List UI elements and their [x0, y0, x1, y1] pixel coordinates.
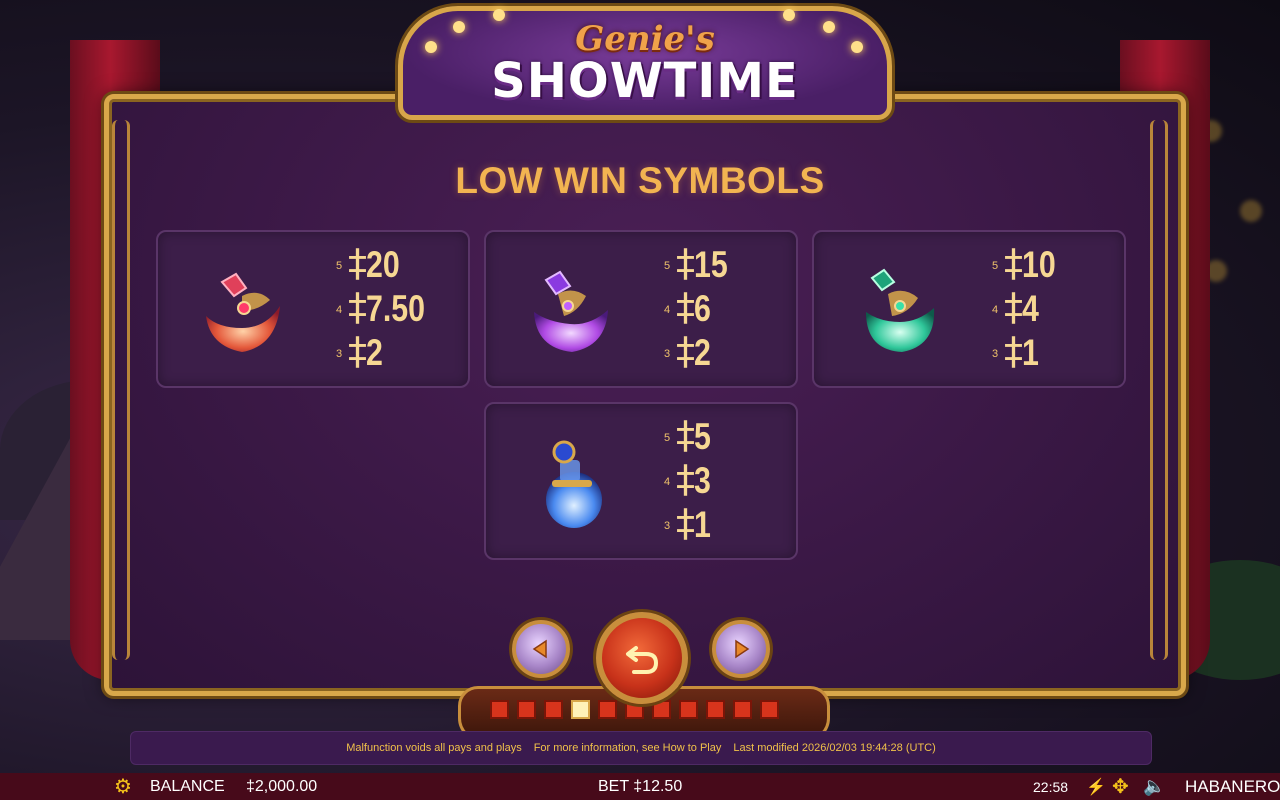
red-gem-pouch-icon: [206, 272, 280, 352]
speaker-icon[interactable]: 🔈: [1143, 773, 1165, 800]
info-bar: Malfunction voids all pays and plays For…: [130, 731, 1152, 765]
balance-label: BALANCE: [150, 777, 225, 795]
payout-value: 4: [1022, 288, 1039, 329]
return-arrow-icon: [626, 646, 659, 674]
logo-title-text: SHOWTIME: [491, 53, 799, 109]
currency-symbol: ‡: [676, 285, 695, 329]
payout-row: 5 ‡ 5: [664, 414, 784, 458]
payout-value: 1: [694, 504, 711, 545]
next-page-button[interactable]: [712, 620, 770, 678]
currency-symbol: ‡: [676, 413, 695, 457]
last-modified: Last modified 2026/02/03 19:44:28 (UTC): [733, 742, 936, 754]
triangle-right-icon: [735, 639, 750, 659]
match-count: 5: [336, 260, 343, 272]
brand-label: HABANERO: [1185, 776, 1280, 796]
game-logo: Genie's SHOWTIME: [398, 6, 892, 120]
payout-row: 4 ‡ 7.50: [336, 286, 456, 330]
page-dot: [652, 700, 671, 719]
match-count: 4: [664, 304, 671, 316]
how-to-play-notice: For more information, see How to Play: [533, 742, 722, 754]
page-dot: [760, 700, 779, 719]
lightning-icon[interactable]: ⚡: [1086, 773, 1106, 800]
payout-value: 10: [1022, 244, 1056, 285]
match-count: 3: [992, 348, 999, 360]
match-count: 5: [664, 432, 671, 444]
payout-row: 5 ‡ 10: [992, 242, 1112, 286]
match-count: 5: [664, 260, 671, 272]
clock: 22:58: [1033, 778, 1069, 795]
bet-display: BET ‡12.50: [598, 777, 683, 795]
symbol-card-green-gem: 5 ‡ 10 4 ‡ 4 3 ‡ 1: [812, 230, 1126, 388]
currency-symbol: ‡: [1004, 329, 1023, 373]
page-title: LOW WIN SYMBOLS: [455, 160, 825, 201]
currency-symbol: ‡: [676, 329, 695, 373]
previous-page-button[interactable]: [512, 620, 570, 678]
currency-symbol: ‡: [348, 285, 367, 329]
payout-value: 2: [366, 332, 383, 373]
payout-value: 3: [694, 460, 711, 501]
payout-value: 15: [694, 244, 728, 285]
payout-list: 5 ‡ 10 4 ‡ 4 3 ‡ 1: [992, 242, 1112, 374]
payout-row: 4 ‡ 6: [664, 286, 784, 330]
match-count: 3: [664, 348, 671, 360]
balance-value: ‡2,000.00: [246, 777, 318, 795]
payout-value: 5: [694, 416, 711, 457]
malfunction-notice: Malfunction voids all pays and plays: [346, 742, 522, 754]
blue-potion-bottle-icon: [546, 440, 602, 528]
payout-list: 5 ‡ 20 4 ‡ 7.50 3 ‡ 2: [336, 242, 456, 374]
currency-symbol: ‡: [348, 329, 367, 373]
page-dot: [517, 700, 536, 719]
background-light: [1240, 200, 1262, 222]
green-gem-pouch-icon: [866, 268, 935, 352]
payout-row: 5 ‡ 15: [664, 242, 784, 286]
payout-value: 1: [1022, 332, 1039, 373]
status-bar: ⚙ BALANCE ‡2,000.00 BET ‡12.50 22:58 ⚡ ✥…: [0, 773, 1280, 800]
fullscreen-arrows-icon[interactable]: ✥: [1112, 773, 1129, 800]
currency-symbol: ‡: [348, 241, 367, 285]
page-dot: [571, 700, 590, 719]
gear-icon[interactable]: ⚙: [114, 773, 132, 800]
page-dot: [598, 700, 617, 719]
payout-row: 3 ‡ 1: [992, 330, 1112, 374]
match-count: 4: [336, 304, 343, 316]
page-dot: [679, 700, 698, 719]
payout-row: 4 ‡ 3: [664, 458, 784, 502]
payout-value: 20: [366, 244, 400, 285]
purple-gem-pouch-icon: [534, 270, 608, 352]
currency-symbol: ‡: [676, 241, 695, 285]
back-to-game-button[interactable]: [596, 612, 688, 704]
payout-row: 3 ‡ 2: [664, 330, 784, 374]
payout-value: 7.50: [366, 288, 426, 329]
match-count: 4: [664, 476, 671, 488]
page-dot: [706, 700, 725, 719]
currency-symbol: ‡: [676, 457, 695, 501]
payout-value: 6: [694, 288, 711, 329]
currency-symbol: ‡: [1004, 241, 1023, 285]
match-count: 5: [992, 260, 999, 272]
triangle-left-icon: [532, 639, 547, 659]
symbol-card-blue-potion: 5 ‡ 5 4 ‡ 3 3 ‡ 1: [484, 402, 798, 560]
payout-row: 5 ‡ 20: [336, 242, 456, 286]
payout-row: 3 ‡ 1: [664, 502, 784, 546]
payout-row: 4 ‡ 4: [992, 286, 1112, 330]
symbol-card-purple-gem: 5 ‡ 15 4 ‡ 6 3 ‡ 2: [484, 230, 798, 388]
match-count: 4: [992, 304, 999, 316]
match-count: 3: [664, 520, 671, 532]
payout-value: 2: [694, 332, 711, 373]
payout-list: 5 ‡ 15 4 ‡ 6 3 ‡ 2: [664, 242, 784, 374]
currency-symbol: ‡: [1004, 285, 1023, 329]
match-count: 3: [336, 348, 343, 360]
page-dot: [733, 700, 752, 719]
currency-symbol: ‡: [676, 501, 695, 545]
payout-row: 3 ‡ 2: [336, 330, 456, 374]
page-dot: [544, 700, 563, 719]
payout-list: 5 ‡ 5 4 ‡ 3 3 ‡ 1: [664, 414, 784, 546]
symbol-card-red-gem: 5 ‡ 20 4 ‡ 7.50 3 ‡ 2: [156, 230, 470, 388]
page-dot: [490, 700, 509, 719]
